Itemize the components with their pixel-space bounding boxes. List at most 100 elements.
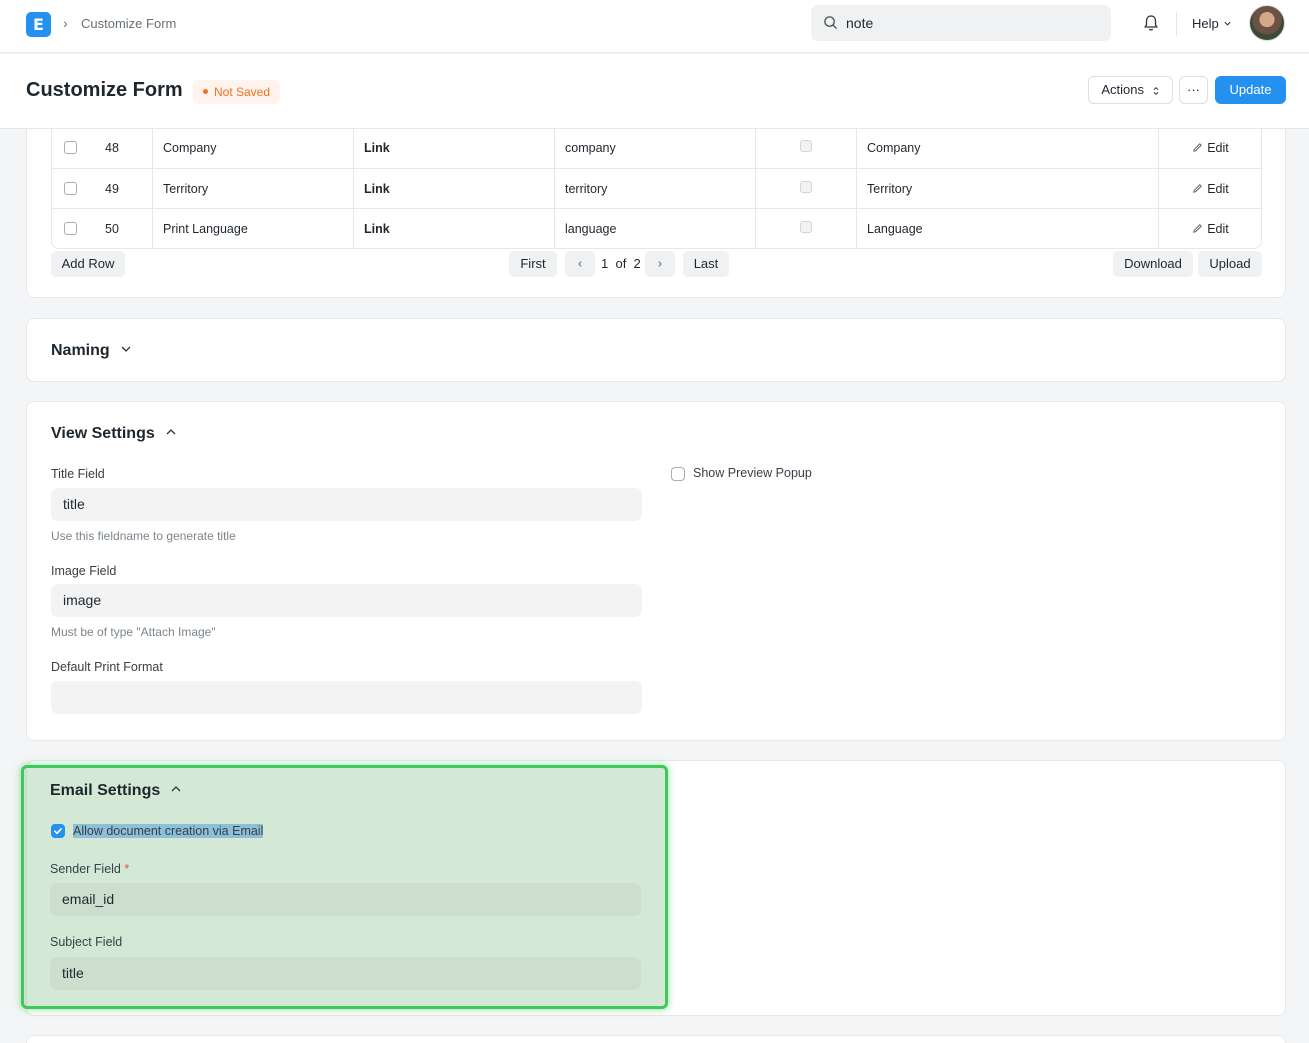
row-checkbox[interactable] bbox=[64, 182, 77, 195]
page-header: Customize Form Not Saved Actions ··· Upd… bbox=[0, 54, 1309, 129]
title-field-input[interactable]: title bbox=[51, 488, 642, 521]
user-avatar[interactable] bbox=[1249, 5, 1285, 41]
search-icon bbox=[824, 16, 837, 29]
row-index: 49 bbox=[105, 182, 119, 196]
row-fieldname[interactable]: language bbox=[554, 209, 755, 249]
row-edit-button[interactable]: Edit bbox=[1158, 169, 1262, 209]
table-row[interactable]: 50 Print Language Link language Language… bbox=[52, 208, 1262, 249]
row-type[interactable]: Link bbox=[353, 128, 554, 168]
row-edit-button[interactable]: Edit bbox=[1158, 128, 1262, 168]
show-preview-popup-label[interactable]: Show Preview Popup bbox=[693, 466, 812, 480]
print-format-input[interactable] bbox=[51, 681, 642, 714]
row-hidden[interactable] bbox=[755, 169, 856, 209]
help-label: Help bbox=[1192, 16, 1219, 31]
status-badge: Not Saved bbox=[193, 80, 281, 104]
last-page-button[interactable]: Last bbox=[683, 251, 729, 277]
first-page-button[interactable]: First bbox=[509, 251, 557, 277]
fields-grid-card: 48 Company Link company Company Edit 49 … bbox=[26, 128, 1286, 298]
sender-field-input[interactable]: email_id bbox=[50, 883, 641, 916]
row-type[interactable]: Link bbox=[353, 169, 554, 209]
hidden-checkbox[interactable] bbox=[800, 221, 812, 233]
row-options[interactable]: Territory bbox=[856, 169, 1158, 209]
download-button[interactable]: Download bbox=[1113, 251, 1193, 277]
next-page-button[interactable] bbox=[645, 251, 675, 277]
sender-field-label: Sender Field * bbox=[50, 862, 129, 876]
image-field-help: Must be of type "Attach Image" bbox=[51, 625, 216, 639]
page-current: 1 bbox=[601, 256, 609, 271]
row-label[interactable]: Territory bbox=[152, 169, 353, 209]
subject-field-input[interactable]: title bbox=[50, 957, 641, 990]
more-button[interactable]: ··· bbox=[1179, 76, 1208, 104]
row-options[interactable]: Company bbox=[856, 128, 1158, 168]
allow-email-creation-text: Allow document creation via Email bbox=[73, 824, 264, 838]
update-button[interactable]: Update bbox=[1215, 76, 1286, 104]
app-logo[interactable]: E bbox=[26, 12, 51, 37]
allow-email-creation-label[interactable]: Allow document creation via Email bbox=[73, 824, 264, 838]
row-label[interactable]: Company bbox=[152, 128, 353, 168]
bell-icon[interactable] bbox=[1142, 14, 1160, 32]
row-options[interactable]: Language bbox=[856, 209, 1158, 249]
chevron-up-icon bbox=[171, 785, 181, 792]
subject-field-label: Subject Field bbox=[50, 935, 123, 949]
table-row[interactable]: 49 Territory Link territory Territory Ed… bbox=[52, 168, 1262, 209]
row-label[interactable]: Print Language bbox=[152, 209, 353, 249]
email-settings-content: Email Settings Allow document creation v… bbox=[26, 760, 666, 1010]
view-settings-section: View Settings Title Field title Use this… bbox=[26, 401, 1286, 741]
table-row[interactable]: 48 Company Link company Company Edit bbox=[52, 128, 1261, 168]
row-select[interactable] bbox=[52, 128, 88, 168]
fields-table: 48 Company Link company Company Edit 49 … bbox=[51, 128, 1262, 249]
row-type[interactable]: Link bbox=[353, 209, 554, 249]
row-edit-button[interactable]: Edit bbox=[1158, 209, 1262, 249]
row-fieldname[interactable]: territory bbox=[554, 169, 755, 209]
pencil-icon bbox=[1193, 224, 1203, 233]
hidden-checkbox[interactable] bbox=[800, 140, 812, 152]
help-dropdown[interactable]: Help bbox=[1192, 16, 1232, 31]
chevron-down-icon bbox=[1224, 21, 1231, 26]
more-label: ··· bbox=[1187, 82, 1200, 97]
pencil-icon bbox=[1193, 184, 1203, 193]
prev-page-button[interactable] bbox=[565, 251, 595, 277]
hidden-checkbox[interactable] bbox=[800, 181, 812, 193]
page-total: 2 bbox=[633, 256, 641, 271]
actions-button[interactable]: Actions bbox=[1088, 76, 1173, 104]
status-dot bbox=[203, 89, 208, 95]
title-field-label: Title Field bbox=[51, 467, 105, 481]
check-icon bbox=[54, 828, 62, 835]
image-field-input[interactable]: image bbox=[51, 584, 642, 617]
upload-button[interactable]: Upload bbox=[1198, 251, 1262, 277]
email-settings-header[interactable]: Email Settings bbox=[50, 782, 182, 800]
row-checkbox[interactable] bbox=[64, 222, 77, 235]
row-select[interactable] bbox=[52, 169, 88, 209]
chevron-right-icon bbox=[658, 261, 662, 267]
title-field-help: Use this fieldname to generate title bbox=[51, 529, 236, 543]
naming-section: Naming bbox=[26, 318, 1286, 382]
page-title: Customize Form bbox=[26, 79, 183, 101]
sender-field-label-text: Sender Field bbox=[50, 862, 121, 876]
navbar-divider bbox=[1176, 12, 1177, 36]
chevron-right-icon: › bbox=[63, 15, 68, 31]
chevron-down-icon bbox=[121, 346, 131, 352]
row-select[interactable] bbox=[52, 209, 88, 249]
edit-label: Edit bbox=[1207, 141, 1229, 155]
row-hidden[interactable] bbox=[755, 209, 856, 249]
row-fieldname[interactable]: company bbox=[554, 128, 755, 168]
search-bar[interactable] bbox=[811, 5, 1111, 41]
naming-section-header[interactable]: Naming bbox=[51, 342, 132, 360]
navbar: E › Customize Form Help bbox=[0, 0, 1309, 53]
breadcrumb[interactable]: Customize Form bbox=[81, 16, 176, 31]
status-label: Not Saved bbox=[214, 85, 271, 99]
show-preview-popup-checkbox[interactable] bbox=[671, 467, 685, 481]
print-format-label: Default Print Format bbox=[51, 660, 163, 674]
row-checkbox[interactable] bbox=[64, 141, 77, 154]
edit-label: Edit bbox=[1207, 182, 1229, 196]
add-row-button[interactable]: Add Row bbox=[51, 251, 125, 277]
next-section bbox=[26, 1035, 1286, 1043]
page-indicator: 1 of 2 bbox=[601, 251, 641, 277]
email-settings-title: Email Settings bbox=[50, 782, 161, 799]
row-index: 48 bbox=[105, 141, 119, 155]
view-settings-header[interactable]: View Settings bbox=[51, 425, 177, 443]
search-input[interactable] bbox=[846, 5, 1096, 41]
allow-email-creation-checkbox[interactable] bbox=[51, 824, 65, 838]
pencil-icon bbox=[1193, 143, 1203, 152]
row-hidden[interactable] bbox=[755, 128, 856, 168]
